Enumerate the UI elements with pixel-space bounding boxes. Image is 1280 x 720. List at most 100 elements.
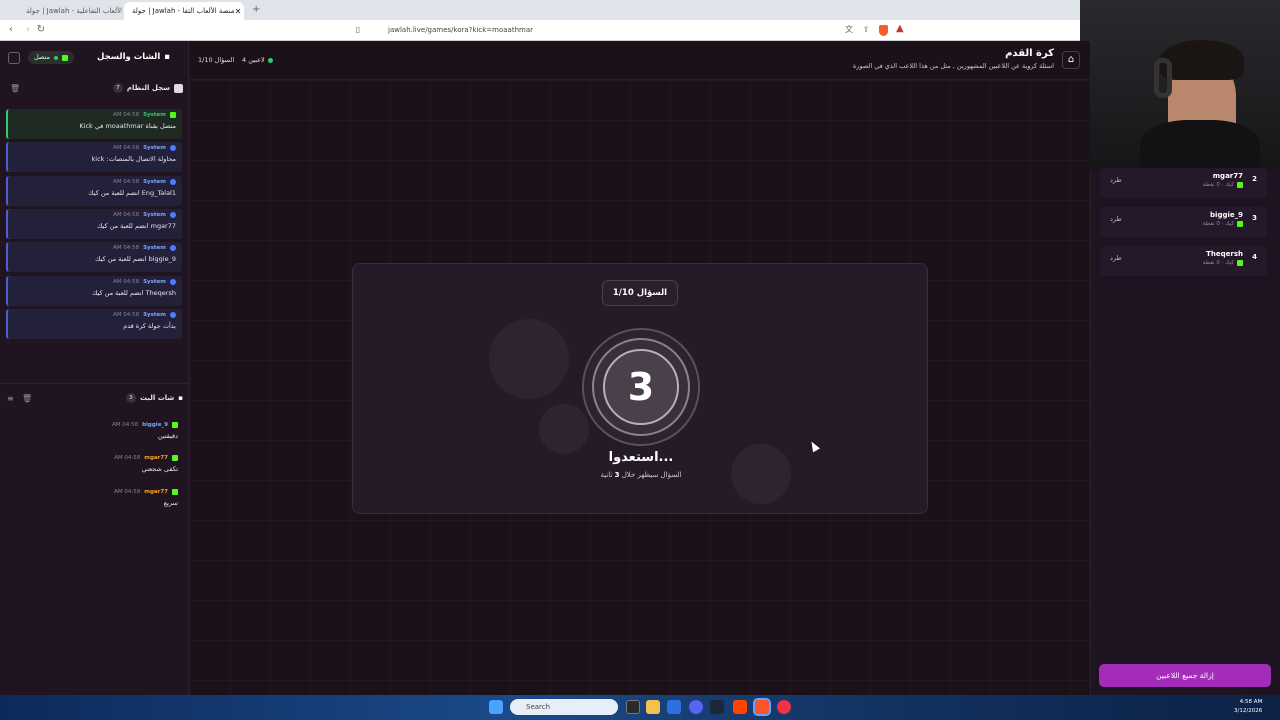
clock-date: 3/12/2026 xyxy=(1234,708,1263,714)
kick-player-button[interactable]: طرد xyxy=(1110,176,1122,184)
browser-tab-strip: جولة | Jawlah - منصة الألعاب التفاعلية ج… xyxy=(0,0,1080,20)
log-message: mgar77 انضم للعبة من كيك xyxy=(97,222,176,230)
home-icon[interactable]: ⌂ xyxy=(1062,51,1080,69)
system-log-item: System 04:58 AM متصل بقناة moaathmar في K… xyxy=(6,109,182,139)
panel-title-label: الشات والسجل xyxy=(97,52,161,62)
countdown-card: السؤال 1/10 3 استعدوا... السؤال سيظهر خل… xyxy=(352,263,928,514)
bookmark-icon[interactable]: ▯ xyxy=(352,24,364,36)
log-message: Theqersh انضم للعبة من كيك xyxy=(92,289,176,297)
countdown-ring: 3 xyxy=(582,328,700,446)
player-name: mgar77 xyxy=(1212,172,1243,180)
back-icon[interactable]: ‹ xyxy=(5,24,17,36)
tab-label: جولة | Jawlah - منصة الألعاب التفاعلية xyxy=(26,7,122,15)
translate-icon[interactable]: 文 xyxy=(843,24,855,36)
taskbar-clock: 4:58 AM 3/12/2026 xyxy=(1234,698,1262,716)
player-rank: 2 xyxy=(1252,175,1257,183)
tab-label: جولة | Jawlah - منصة الألعاب التفا xyxy=(132,7,235,15)
kick-icon xyxy=(1237,260,1243,266)
player-meta: كيك · 0 نقطة xyxy=(1203,221,1243,227)
file-explorer-icon[interactable] xyxy=(646,700,660,714)
kick-icon xyxy=(1237,221,1243,227)
panel-title: ▪ الشات والسجل xyxy=(97,52,170,62)
player-row: طرد mgar77 كيك · 0 نقطة 2 xyxy=(1100,168,1267,198)
info-icon xyxy=(170,279,176,285)
log-message: بدأت جولة كرة قدم xyxy=(123,322,176,330)
brave-browser-icon[interactable] xyxy=(753,698,771,716)
obs-icon[interactable] xyxy=(777,700,791,714)
collapse-panel-icon[interactable] xyxy=(8,52,20,64)
game-subtitle: اسئلة كروية عن اللاعبين المشهورين , مثل … xyxy=(852,62,1054,70)
players-count: 4 لاعبين xyxy=(242,56,273,64)
question-pill: السؤال 1/10 xyxy=(602,280,678,306)
kick-icon xyxy=(1237,182,1243,188)
log-message: محاولة الاتصال بالمنصات: kick xyxy=(91,155,176,163)
connection-status: متصل xyxy=(28,51,75,64)
close-tab-icon[interactable]: ✕ xyxy=(235,7,242,16)
sender-name: System xyxy=(143,245,166,251)
windows-taskbar: Search 4:58 AM 3/12/2026 xyxy=(0,695,1280,720)
clear-log-icon[interactable]: 🗑 xyxy=(10,84,20,93)
clock-time: 4:58 AM xyxy=(1239,699,1263,705)
question-counter: السؤال 1/10 xyxy=(198,56,235,64)
discord-icon[interactable] xyxy=(689,700,703,714)
forward-icon[interactable]: › xyxy=(22,24,34,36)
brave-shield-icon[interactable] xyxy=(879,25,888,36)
kick-icon xyxy=(62,54,69,61)
live-chat-header: ▪ شات البث 3 xyxy=(125,393,183,403)
windows-start-icon[interactable] xyxy=(489,700,503,714)
log-message: متصل بقناة moaathmar في Kick xyxy=(79,122,176,130)
chat-message: mgar77 04:58 AM تكفى شجعني xyxy=(8,455,178,473)
sender-name: System xyxy=(143,145,166,151)
kick-icon xyxy=(172,455,178,461)
chat-message: biggie_9 04:58 AM دقيقتين xyxy=(8,422,178,440)
timestamp: 04:58 AM xyxy=(114,455,141,461)
timestamp: 04:58 AM xyxy=(112,279,140,285)
new-tab-icon[interactable]: + xyxy=(252,4,260,15)
kick-player-button[interactable]: طرد xyxy=(1110,215,1122,223)
filter-icon[interactable]: ≡ xyxy=(7,394,14,403)
share-icon[interactable]: ⇪ xyxy=(860,24,872,36)
chat-message: mgar77 04:58 AM سريع xyxy=(8,489,178,507)
info-icon xyxy=(170,312,176,318)
log-message: biggie_9 انضم للعبة من كيك xyxy=(95,255,176,263)
chat-username: mgar77 xyxy=(144,455,168,461)
countdown-ring-inner: 3 xyxy=(592,338,690,436)
chat-username: biggie_9 xyxy=(142,422,168,428)
sender-name: System xyxy=(143,279,166,285)
system-log-item: System 04:58 AM Eng_Talal1 انضم للعبة من … xyxy=(6,176,182,206)
browser-tab-active[interactable]: جولة | Jawlah - منصة الألعاب التفا ✕ xyxy=(124,2,244,20)
chat-text: دقيقتين xyxy=(157,432,178,440)
player-rank: 3 xyxy=(1252,214,1257,222)
player-row: طرد Theqersh كيك · 0 نقطة 4 xyxy=(1100,246,1267,276)
chat-bubble-icon: ▪ xyxy=(164,52,170,62)
task-view-icon[interactable] xyxy=(626,700,640,714)
chat-username: mgar77 xyxy=(144,489,168,495)
taskbar-search[interactable]: Search xyxy=(510,699,618,715)
remove-all-players-button[interactable]: إزالة جميع اللاعبين xyxy=(1099,664,1271,687)
store-icon[interactable] xyxy=(667,700,681,714)
kick-icon xyxy=(172,489,178,495)
kick-player-button[interactable]: طرد xyxy=(1110,254,1122,262)
app-icon[interactable] xyxy=(733,700,747,714)
info-icon xyxy=(170,212,176,218)
player-name: Theqersh xyxy=(1206,250,1243,258)
player-row: طرد biggie_9 كيك · 0 نقطة 3 xyxy=(1100,207,1267,237)
url-field[interactable]: jawlah.live/games/kora?kick=moaathmar xyxy=(370,23,840,38)
info-icon xyxy=(170,179,176,185)
online-dot xyxy=(267,57,273,63)
player-meta: كيك · 0 نقطة xyxy=(1203,260,1243,266)
info-icon xyxy=(170,145,176,151)
clear-chat-icon[interactable]: 🗑 xyxy=(22,394,32,403)
players-count-label: 4 لاعبين xyxy=(242,56,265,64)
chat-log-panel xyxy=(0,41,189,695)
system-log-item: System 04:58 AM biggie_9 انضم للعبة من كي… xyxy=(6,242,182,272)
timestamp: 04:58 AM xyxy=(114,489,141,495)
reload-icon[interactable]: ↻ xyxy=(35,24,47,36)
brave-rewards-icon[interactable]: ▲ xyxy=(896,23,904,34)
subtitle-text: السؤال سيظهر خلال xyxy=(621,471,682,479)
streamer-hair xyxy=(1160,40,1244,80)
steam-icon[interactable] xyxy=(710,700,724,714)
browser-tab[interactable]: جولة | Jawlah - منصة الألعاب التفاعلية xyxy=(18,2,122,20)
countdown-number: 3 xyxy=(603,349,679,425)
chat-text: تكفى شجعني xyxy=(141,465,178,473)
